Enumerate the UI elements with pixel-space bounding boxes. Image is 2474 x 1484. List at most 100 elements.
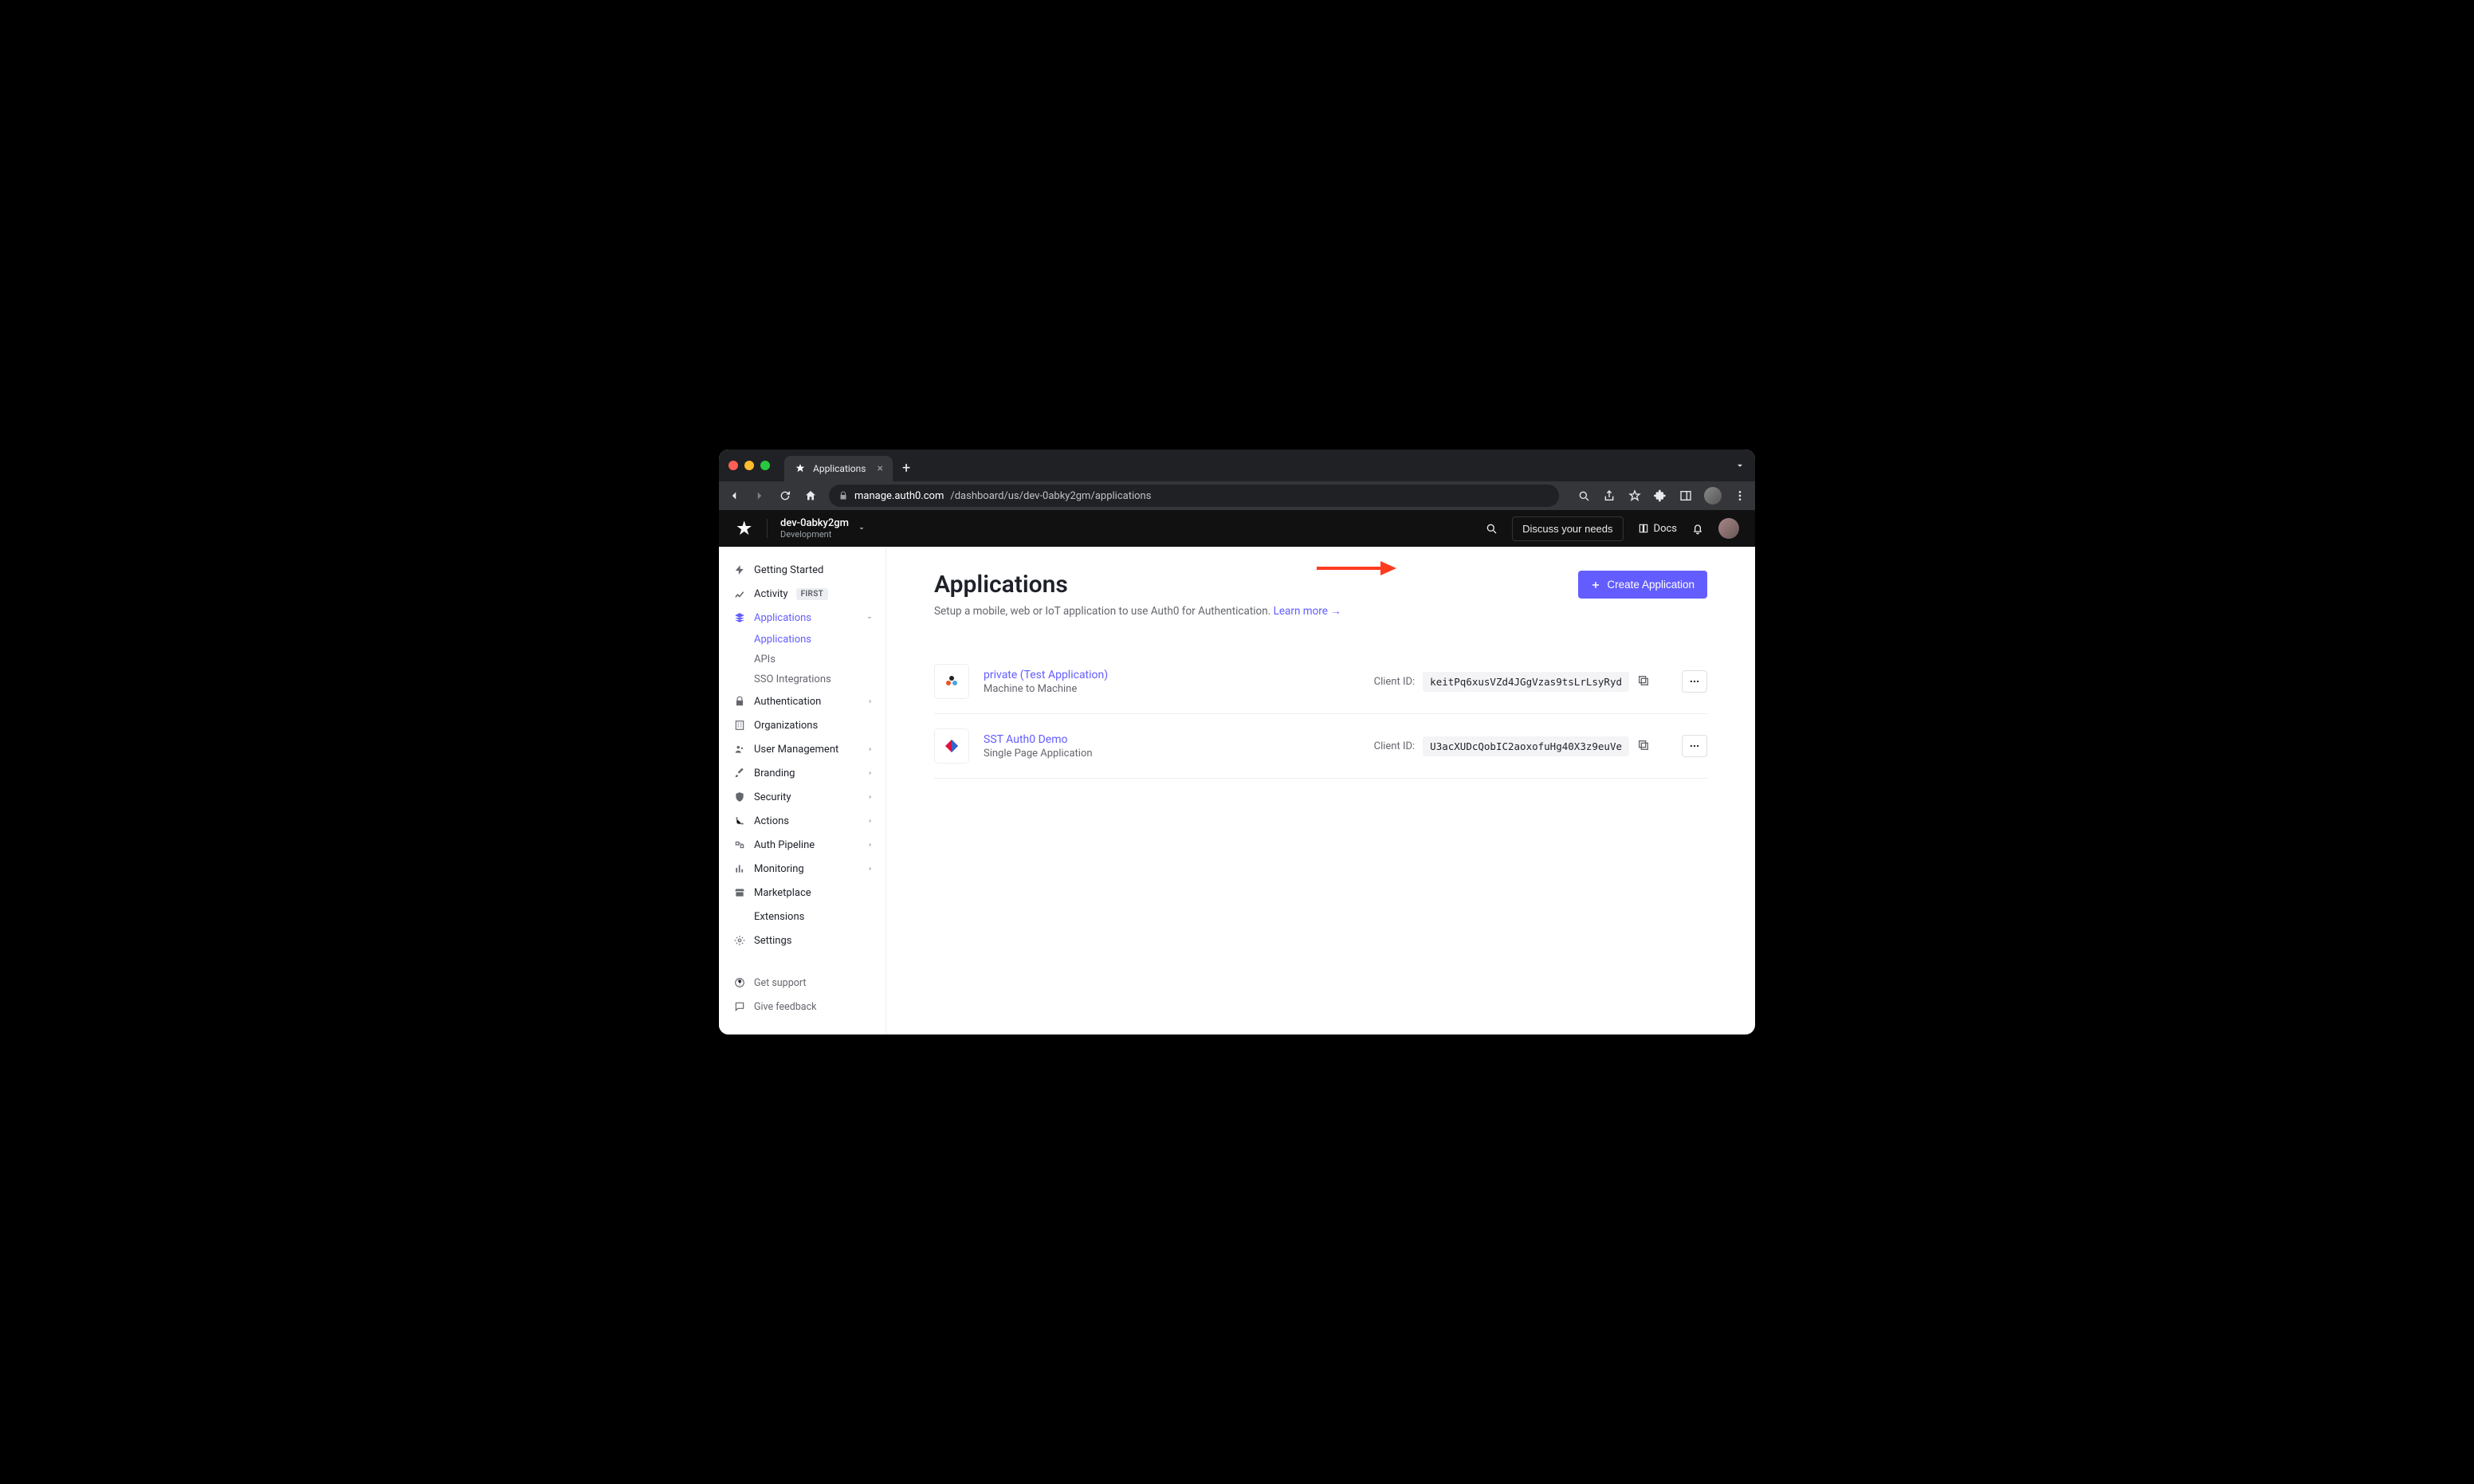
url-path: /dashboard/us/dev-0abky2gm/applications: [950, 490, 1151, 502]
sidebar-item-auth-pipeline[interactable]: Auth Pipeline: [719, 833, 886, 857]
chevron-down-icon: [857, 524, 866, 533]
user-avatar[interactable]: [1718, 518, 1739, 539]
chevron-right-icon: [866, 745, 874, 753]
users-icon: [733, 743, 746, 756]
sidebar-item-label: Applications: [754, 612, 811, 624]
client-id-label: Client ID:: [1374, 676, 1416, 688]
row-menu-button[interactable]: [1682, 735, 1707, 757]
sidebar-item-label: Actions: [754, 815, 789, 827]
gear-icon: [733, 934, 746, 947]
chevron-right-icon: [866, 769, 874, 777]
sidebar-item-branding[interactable]: Branding: [719, 761, 886, 785]
toolbar-right: [1577, 487, 1747, 504]
tenant-name: dev-0abky2gm: [780, 517, 849, 530]
share-icon[interactable]: [1602, 489, 1616, 503]
close-window-icon[interactable]: [728, 461, 738, 470]
bars-icon: [733, 862, 746, 875]
panel-icon[interactable]: [1679, 489, 1693, 503]
learn-more-link[interactable]: Learn more →: [1274, 605, 1341, 618]
ellipsis-icon: [1689, 676, 1700, 687]
give-feedback-link[interactable]: Give feedback: [719, 995, 886, 1019]
search-icon[interactable]: [1485, 522, 1498, 535]
sidebar-item-label: Auth Pipeline: [754, 839, 815, 851]
address-bar[interactable]: manage.auth0.com/dashboard/us/dev-0abky2…: [829, 485, 1559, 507]
tab-strip: Applications × +: [719, 450, 1755, 481]
tab-title: Applications: [813, 463, 866, 474]
maximize-window-icon[interactable]: [760, 461, 770, 470]
sidebar-item-monitoring[interactable]: Monitoring: [719, 857, 886, 881]
row-menu-button[interactable]: [1682, 670, 1707, 693]
sidebar-item-authentication[interactable]: Authentication: [719, 689, 886, 713]
sidebar-item-label: Activity: [754, 588, 788, 600]
chevron-right-icon: [866, 817, 874, 825]
store-icon: [733, 886, 746, 899]
sidebar-item-label: Authentication: [754, 696, 821, 708]
lock-icon: [838, 491, 848, 501]
sidebar-item-label: Monitoring: [754, 863, 804, 875]
reload-icon[interactable]: [778, 489, 792, 503]
shield-icon: [733, 791, 746, 803]
application-name-link[interactable]: SST Auth0 Demo: [984, 733, 1167, 746]
chevron-right-icon: [866, 841, 874, 849]
profile-avatar-icon[interactable]: [1704, 487, 1722, 504]
bell-icon[interactable]: [1691, 522, 1704, 535]
sidebar-item-getting-started[interactable]: Getting Started: [719, 558, 886, 582]
application-row: private (Test Application) Machine to Ma…: [934, 650, 1707, 714]
tabs-dropdown-icon[interactable]: [1734, 460, 1746, 471]
browser-tab[interactable]: Applications ×: [784, 456, 893, 481]
app-icon: [934, 664, 969, 699]
application-type: Machine to Machine: [984, 683, 1167, 695]
sidebar-item-user-management[interactable]: User Management: [719, 737, 886, 761]
divider: [767, 519, 768, 538]
new-tab-button[interactable]: +: [902, 460, 910, 477]
building-icon: [733, 719, 746, 732]
back-icon[interactable]: [727, 489, 741, 503]
find-icon[interactable]: [1577, 489, 1591, 503]
layers-icon: [733, 611, 746, 624]
docs-link[interactable]: Docs: [1638, 523, 1677, 535]
help-icon: [733, 976, 746, 989]
window-controls[interactable]: [728, 461, 770, 470]
extensions-icon[interactable]: [1653, 489, 1667, 503]
copy-icon[interactable]: [1637, 739, 1651, 753]
sidebar-item-security[interactable]: Security: [719, 785, 886, 809]
forward-icon: [752, 489, 767, 503]
sidebar-item-activity[interactable]: Activity FIRST: [719, 582, 886, 606]
sidebar-footer: Get support Give feedback: [719, 966, 886, 1023]
puzzle-icon: [733, 910, 746, 923]
chevron-down-icon: [865, 613, 874, 622]
application-name-link[interactable]: private (Test Application): [984, 669, 1167, 681]
sidebar-item-marketplace[interactable]: Marketplace: [719, 881, 886, 905]
client-id-value: keitPq6xusVZd4JGgVzas9tsLrLsyRyd: [1423, 672, 1629, 692]
discuss-button[interactable]: Discuss your needs: [1512, 516, 1623, 541]
home-icon[interactable]: [803, 489, 818, 503]
sidebar-item-label: Settings: [754, 935, 791, 947]
copy-icon[interactable]: [1637, 674, 1651, 689]
sidebar-item-settings[interactable]: Settings: [719, 928, 886, 952]
sidebar-item-extensions[interactable]: Extensions: [719, 905, 886, 928]
get-support-link[interactable]: Get support: [719, 971, 886, 995]
sidebar-item-label: User Management: [754, 744, 838, 756]
minimize-window-icon[interactable]: [744, 461, 754, 470]
create-application-button[interactable]: Create Application: [1578, 571, 1707, 599]
sidebar-item-organizations[interactable]: Organizations: [719, 713, 886, 737]
sidebar-item-actions[interactable]: Actions: [719, 809, 886, 833]
sidebar-item-applications[interactable]: Applications: [719, 606, 886, 630]
bolt-icon: [733, 563, 746, 576]
client-id-value: U3acXUDcQobIC2aoxofuHg40X3z9euVe: [1423, 736, 1629, 756]
sidebar-sub-item-applications[interactable]: Applications: [754, 630, 886, 650]
sidebar-item-label: Marketplace: [754, 887, 811, 899]
browser-window: Applications × + manage.auth0.com/dashbo…: [719, 450, 1755, 1034]
sidebar-item-label: Security: [754, 791, 791, 803]
close-tab-icon[interactable]: ×: [877, 463, 882, 474]
flow-icon: [733, 815, 746, 827]
sidebar-sub-item-apis[interactable]: APIs: [754, 650, 886, 669]
auth0-logo-icon[interactable]: [735, 519, 754, 538]
tenant-switcher[interactable]: dev-0abky2gm Development: [780, 517, 866, 540]
create-button-label: Create Application: [1607, 579, 1694, 591]
sidebar-item-label: Getting Started: [754, 564, 823, 576]
sidebar-sub-item-sso[interactable]: SSO Integrations: [754, 669, 886, 689]
kebab-menu-icon[interactable]: [1733, 489, 1747, 503]
page-subtitle: Setup a mobile, web or IoT application t…: [934, 605, 1707, 618]
star-icon[interactable]: [1628, 489, 1642, 503]
